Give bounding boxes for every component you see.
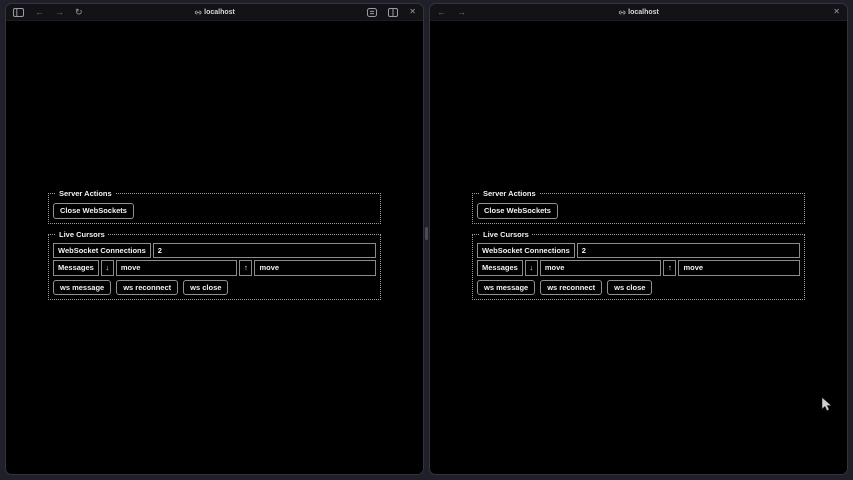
titlebar: ← → localhost ✕ [430, 4, 847, 21]
server-actions-fieldset: Server Actions Close WebSockets [472, 189, 805, 224]
server-actions-legend: Server Actions [56, 189, 115, 198]
ws-message-button[interactable]: ws message [53, 280, 111, 296]
close-icon[interactable]: ✕ [833, 8, 840, 16]
outgoing-message-value: move [254, 260, 376, 276]
reload-icon[interactable]: ↻ [75, 8, 83, 17]
live-cursors-legend: Live Cursors [480, 230, 532, 239]
page-title: localhost [204, 9, 235, 16]
ws-message-button[interactable]: ws message [477, 280, 535, 296]
arrow-down-icon: ↓ [101, 260, 114, 276]
arrow-up-icon: ↑ [239, 260, 252, 276]
server-actions-legend: Server Actions [480, 189, 539, 198]
split-resize-handle[interactable] [425, 227, 428, 240]
live-cursors-fieldset: Live Cursors WebSocket Connections 2 Mes… [48, 230, 381, 301]
connections-value: 2 [577, 243, 800, 259]
server-actions-fieldset: Server Actions Close WebSockets [48, 189, 381, 224]
incoming-message-value: move [540, 260, 662, 276]
close-websockets-button[interactable]: Close WebSockets [53, 203, 134, 219]
connections-label: WebSocket Connections [53, 243, 151, 259]
remote-cursor [821, 397, 832, 412]
back-icon[interactable]: ← [35, 8, 44, 17]
messages-row: Messages ↓ move ↑ move [53, 260, 376, 276]
titlebar-left-controls: ← → ↻ [13, 8, 83, 17]
incoming-message-value: move [116, 260, 238, 276]
reader-view-icon[interactable] [367, 8, 377, 17]
web-page: Server Actions Close WebSockets Live Cur… [430, 189, 847, 475]
titlebar: ← → ↻ localhost ✕ [6, 4, 423, 21]
web-page: Server Actions Close WebSockets Live Cur… [6, 189, 423, 475]
messages-row: Messages ↓ move ↑ move [477, 260, 800, 276]
titlebar-right-controls: ✕ [833, 8, 840, 16]
arrow-down-icon: ↓ [525, 260, 538, 276]
titlebar-right-controls: ✕ [367, 8, 416, 17]
close-websockets-button[interactable]: Close WebSockets [477, 203, 558, 219]
arrow-up-icon: ↑ [663, 260, 676, 276]
titlebar-left-controls: ← → [437, 8, 466, 17]
connections-row: WebSocket Connections 2 [53, 243, 376, 259]
ws-reconnect-button[interactable]: ws reconnect [540, 280, 602, 296]
forward-icon[interactable]: → [457, 8, 466, 17]
outgoing-message-value: move [678, 260, 800, 276]
sidebar-toggle-icon[interactable] [13, 8, 24, 17]
connections-label: WebSocket Connections [477, 243, 575, 259]
back-icon[interactable]: ← [437, 8, 446, 17]
split-view-icon[interactable] [388, 8, 398, 17]
forward-icon[interactable]: → [55, 8, 64, 17]
page-title: localhost [628, 9, 659, 16]
address-display[interactable]: localhost [194, 4, 235, 21]
ws-close-button[interactable]: ws close [183, 280, 228, 296]
browser-window-right: ← → localhost ✕ Server Actions Close Web… [429, 3, 848, 475]
messages-label: Messages [477, 260, 523, 276]
ws-buttons-row: ws message ws reconnect ws close [477, 280, 800, 296]
address-display[interactable]: localhost [618, 4, 659, 21]
link-icon [618, 9, 625, 16]
ws-buttons-row: ws message ws reconnect ws close [53, 280, 376, 296]
messages-label: Messages [53, 260, 99, 276]
link-icon [194, 9, 201, 16]
ws-close-button[interactable]: ws close [607, 280, 652, 296]
connections-value: 2 [153, 243, 376, 259]
close-icon[interactable]: ✕ [409, 8, 416, 16]
connections-row: WebSocket Connections 2 [477, 243, 800, 259]
desktop: ← → ↻ localhost ✕ Server Actions [0, 0, 853, 480]
live-cursors-legend: Live Cursors [56, 230, 108, 239]
ws-reconnect-button[interactable]: ws reconnect [116, 280, 178, 296]
live-cursors-fieldset: Live Cursors WebSocket Connections 2 Mes… [472, 230, 805, 301]
browser-window-left: ← → ↻ localhost ✕ Server Actions [5, 3, 424, 475]
